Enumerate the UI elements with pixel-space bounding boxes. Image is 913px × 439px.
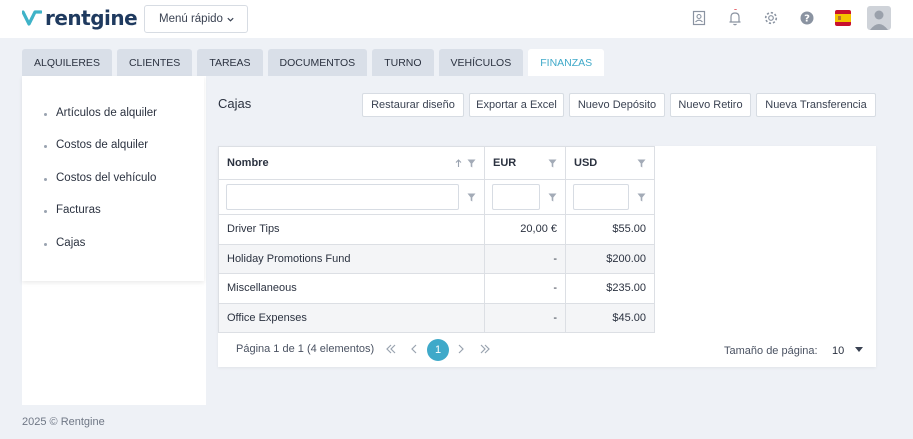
chevron-down-icon xyxy=(227,17,234,22)
sidebar-item-costos-alquiler[interactable]: Costos de alquiler xyxy=(56,139,148,151)
user-avatar-icon[interactable] xyxy=(867,6,891,30)
restore-layout-button[interactable]: Restaurar diseño xyxy=(362,93,464,117)
name-filter-input[interactable] xyxy=(226,184,459,210)
table-row[interactable]: Miscellaneous - $235.00 xyxy=(218,273,655,304)
top-bar: rentgine Menú rápido ? xyxy=(0,0,913,38)
column-header-usd[interactable]: USD xyxy=(565,146,655,180)
bullet-icon xyxy=(44,113,47,116)
cell-name: Miscellaneous xyxy=(218,273,485,304)
cell-eur: - xyxy=(484,302,566,333)
table-row[interactable]: Driver Tips 20,00 € $55.00 xyxy=(218,214,655,245)
prev-page-icon[interactable] xyxy=(409,344,419,354)
quick-menu-dropdown[interactable]: Menú rápido xyxy=(144,5,248,33)
page-size-select[interactable]: 10 xyxy=(832,345,844,357)
finance-sidebar: Artículos de alquiler Costos de alquiler… xyxy=(22,76,204,281)
new-transfer-button[interactable]: Nueva Transferencia xyxy=(756,93,876,117)
table-row[interactable]: Holiday Promotions Fund - $200.00 xyxy=(218,243,655,274)
bullet-icon xyxy=(44,243,47,246)
filter-icon[interactable] xyxy=(467,159,476,168)
filter-icon[interactable] xyxy=(548,193,557,202)
new-deposit-button[interactable]: Nuevo Depósito xyxy=(569,93,665,117)
pager: Página 1 de 1 (4 elementos) 1 Tamaño de … xyxy=(218,333,876,367)
page-size-label: Tamaño de página: xyxy=(724,345,818,357)
tab-documentos[interactable]: DOCUMENTOS xyxy=(267,49,368,76)
page-title: Cajas xyxy=(218,96,252,111)
next-page-icon[interactable] xyxy=(456,344,466,354)
new-withdrawal-button[interactable]: Nuevo Retiro xyxy=(670,93,751,117)
cash-boxes-grid: Nombre EUR USD Driver Tips 20,00 € $55.0… xyxy=(218,146,876,367)
first-page-icon[interactable] xyxy=(386,344,396,354)
cell-usd: $45.00 xyxy=(565,302,655,333)
cell-usd: $55.00 xyxy=(565,214,655,245)
quick-menu-label: Menú rápido xyxy=(159,13,223,25)
gear-icon[interactable] xyxy=(762,9,780,27)
svg-text:?: ? xyxy=(804,14,810,25)
help-icon[interactable]: ? xyxy=(798,9,816,27)
contacts-icon[interactable] xyxy=(690,9,708,27)
filter-cell-name xyxy=(218,179,485,215)
cell-name: Driver Tips xyxy=(218,214,485,245)
tab-tareas[interactable]: TAREAS xyxy=(197,49,263,76)
tab-finanzas[interactable]: FINANZAS xyxy=(528,49,605,76)
cell-usd: $235.00 xyxy=(565,273,655,304)
filter-icon[interactable] xyxy=(637,193,646,202)
cell-eur: - xyxy=(484,273,566,304)
sidebar-item-articulos[interactable]: Artículos de alquiler xyxy=(56,107,157,119)
header-row: Nombre EUR USD xyxy=(218,146,655,180)
page-button-current[interactable]: 1 xyxy=(427,339,449,361)
sidebar-item-costos-vehiculo[interactable]: Costos del vehículo xyxy=(56,172,156,184)
footer-copyright: 2025 © Rentgine xyxy=(22,416,105,428)
filter-icon[interactable] xyxy=(548,159,557,168)
cell-usd: $200.00 xyxy=(565,243,655,274)
filter-row xyxy=(218,179,655,215)
cell-name: Office Expenses xyxy=(218,302,485,333)
column-label-usd: USD xyxy=(574,157,598,169)
eur-filter-input[interactable] xyxy=(492,184,540,210)
bell-icon[interactable] xyxy=(726,9,744,27)
last-page-icon[interactable] xyxy=(480,344,490,354)
column-header-eur[interactable]: EUR xyxy=(484,146,566,180)
cell-eur: - xyxy=(484,243,566,274)
bullet-icon xyxy=(44,178,47,181)
tab-clientes[interactable]: CLIENTES xyxy=(116,49,193,76)
column-header-name[interactable]: Nombre xyxy=(218,146,485,180)
column-label-name: Nombre xyxy=(227,157,269,169)
export-excel-button[interactable]: Exportar a Excel xyxy=(469,93,564,117)
rentgine-logo-icon xyxy=(22,10,42,26)
brand-name: rentgine xyxy=(45,6,138,30)
cell-eur: 20,00 € xyxy=(484,214,566,245)
brand-logo[interactable]: rentgine xyxy=(22,6,138,30)
cell-name: Holiday Promotions Fund xyxy=(218,243,485,274)
table-row[interactable]: Office Expenses - $45.00 xyxy=(218,302,655,333)
filter-icon[interactable] xyxy=(467,193,476,202)
column-label-eur: EUR xyxy=(493,157,517,169)
sidebar-item-cajas[interactable]: Cajas xyxy=(56,237,85,249)
tab-turno[interactable]: TURNO xyxy=(372,49,434,76)
tab-alquileres[interactable]: ALQUILERES xyxy=(22,49,112,76)
filter-icon[interactable] xyxy=(637,159,646,168)
sidebar-item-facturas[interactable]: Facturas xyxy=(56,204,101,216)
tab-vehiculos[interactable]: VEHÍCULOS xyxy=(438,49,524,76)
bullet-icon xyxy=(44,210,47,213)
filter-cell-eur xyxy=(484,179,566,215)
main-tabs: ALQUILERES CLIENTES TAREAS DOCUMENTOS TU… xyxy=(22,49,609,76)
bullet-icon xyxy=(44,145,47,148)
data-table: Nombre EUR USD Driver Tips 20,00 € $55.0… xyxy=(218,146,655,333)
usd-filter-input[interactable] xyxy=(573,184,629,210)
page-info: Página 1 de 1 (4 elementos) xyxy=(236,343,375,355)
spain-flag-icon[interactable] xyxy=(835,10,851,26)
filter-cell-usd xyxy=(565,179,655,215)
caret-down-icon[interactable] xyxy=(855,347,863,353)
sort-asc-icon[interactable] xyxy=(454,159,463,168)
